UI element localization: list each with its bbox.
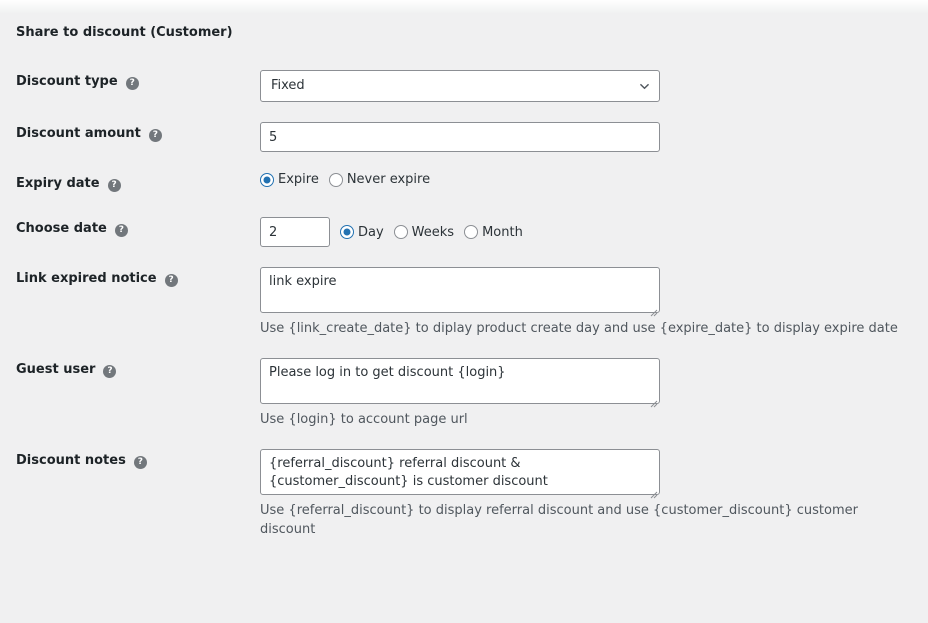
label-discount-type-text: Discount type bbox=[16, 74, 118, 90]
help-icon[interactable]: ? bbox=[107, 179, 121, 193]
discount-notes-textarea[interactable]: {referral_discount} referral discount & … bbox=[260, 449, 660, 496]
link-expired-notice-description: Use {link_create_date} to diplay product… bbox=[260, 321, 898, 337]
radio-weeks-dot[interactable] bbox=[393, 225, 408, 240]
control-guest-user: Please log in to get discount {login} Us… bbox=[260, 348, 912, 439]
control-expiry-date: Expire Never expire bbox=[260, 162, 912, 207]
form-row-discount-amount: Discount amount ? bbox=[16, 112, 912, 162]
radio-expire-dot[interactable] bbox=[260, 172, 274, 187]
label-choose-date: Choose date ? bbox=[16, 207, 260, 257]
discount-amount-input[interactable] bbox=[260, 122, 660, 153]
discount-type-select[interactable]: Fixed bbox=[260, 70, 660, 103]
form-row-choose-date: Choose date ? Day bbox=[16, 207, 912, 257]
control-choose-date: Day Weeks Month bbox=[260, 207, 912, 257]
help-icon[interactable]: ? bbox=[114, 224, 128, 238]
help-icon[interactable]: ? bbox=[164, 274, 178, 288]
control-discount-amount bbox=[260, 112, 912, 162]
control-link-expired-notice: link expire Use {link_create_date} to di… bbox=[260, 257, 912, 348]
label-discount-amount: Discount amount ? bbox=[16, 112, 260, 162]
radio-weeks-label: Weeks bbox=[411, 224, 455, 240]
guest-user-textarea[interactable]: Please log in to get discount {login} bbox=[260, 358, 660, 405]
form-row-discount-type: Discount type ? Fixed bbox=[16, 60, 912, 112]
control-discount-type: Fixed bbox=[260, 60, 912, 112]
link-expired-notice-textarea[interactable]: link expire bbox=[260, 267, 660, 314]
radio-day[interactable]: Day bbox=[340, 225, 384, 240]
label-link-expired-notice: Link expired notice ? bbox=[16, 257, 260, 348]
label-expiry-date: Expiry date ? bbox=[16, 162, 260, 207]
settings-panel: Share to discount (Customer) Discount ty… bbox=[0, 0, 928, 549]
radio-never-expire[interactable]: Never expire bbox=[328, 172, 431, 188]
guest-user-description: Use {login} to account page url bbox=[260, 412, 468, 428]
help-icon[interactable]: ? bbox=[133, 456, 147, 470]
form-row-expiry-date: Expiry date ? Expire Never expire bbox=[16, 162, 912, 207]
discount-notes-description: Use {referral_discount} to display refer… bbox=[260, 503, 858, 537]
radio-never-expire-label: Never expire bbox=[346, 172, 431, 188]
label-discount-type: Discount type ? bbox=[16, 60, 260, 112]
label-discount-notes-text: Discount notes bbox=[16, 453, 126, 469]
label-discount-amount-text: Discount amount bbox=[16, 126, 141, 142]
form-row-discount-notes: Discount notes ? {referral_discount} ref… bbox=[16, 439, 912, 548]
label-discount-notes: Discount notes ? bbox=[16, 439, 260, 548]
choose-date-radio-group: Day Weeks Month bbox=[340, 225, 529, 240]
expiry-date-radio-group: Expire Never expire bbox=[260, 172, 902, 187]
label-guest-user: Guest user ? bbox=[16, 348, 260, 439]
help-icon[interactable]: ? bbox=[148, 129, 162, 143]
radio-day-label: Day bbox=[358, 224, 384, 240]
radio-expire-label: Expire bbox=[278, 172, 319, 188]
radio-day-dot[interactable] bbox=[340, 225, 354, 240]
label-choose-date-text: Choose date bbox=[16, 221, 107, 237]
help-icon[interactable]: ? bbox=[125, 77, 139, 91]
radio-weeks[interactable]: Weeks bbox=[393, 224, 455, 240]
radio-month[interactable]: Month bbox=[464, 225, 523, 240]
form-row-guest-user: Guest user ? Please log in to get discou… bbox=[16, 348, 912, 439]
radio-month-label: Month bbox=[482, 224, 523, 240]
label-link-expired-notice-text: Link expired notice bbox=[16, 271, 157, 287]
settings-form-table: Discount type ? Fixed Discount amount ? … bbox=[16, 60, 912, 549]
form-row-link-expired-notice: Link expired notice ? link expire Use {l… bbox=[16, 257, 912, 348]
page-title: Share to discount (Customer) bbox=[16, 25, 233, 40]
radio-month-dot[interactable] bbox=[464, 225, 479, 240]
label-guest-user-text: Guest user bbox=[16, 362, 96, 378]
choose-date-input[interactable] bbox=[260, 217, 330, 248]
radio-expire[interactable]: Expire bbox=[260, 172, 319, 187]
label-expiry-date-text: Expiry date bbox=[16, 176, 100, 192]
control-discount-notes: {referral_discount} referral discount & … bbox=[260, 439, 912, 548]
help-icon[interactable]: ? bbox=[103, 365, 117, 379]
radio-never-expire-dot[interactable] bbox=[328, 172, 343, 187]
